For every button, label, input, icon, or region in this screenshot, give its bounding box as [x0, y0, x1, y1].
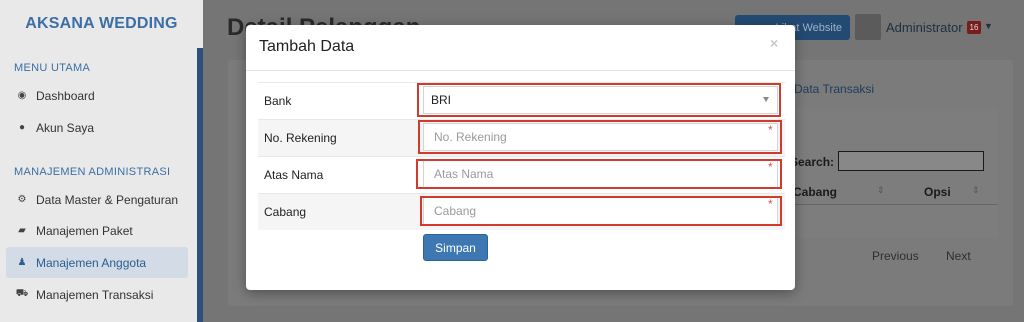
sidebar-item-label: Manajemen Anggota — [36, 255, 147, 270]
sidebar-item-label: Manajemen Transaksi — [36, 287, 154, 302]
highlight-box — [417, 83, 781, 117]
search-label: Search: — [790, 155, 835, 169]
pagination-next[interactable]: Next — [946, 249, 971, 263]
atas-nama-label: Atas Nama — [264, 168, 324, 182]
sidebar-item-label: Manajemen Paket — [36, 223, 133, 238]
column-header-cabang[interactable]: Cabang — [793, 185, 837, 199]
close-icon[interactable]: × — [770, 35, 778, 51]
sidebar-item-label: Akun Saya — [36, 120, 95, 135]
sidebar-item-akun-saya[interactable]: ● Akun Saya — [6, 112, 188, 143]
sort-icon[interactable]: ⇕ — [972, 185, 980, 196]
sidebar-item-manajemen-paket[interactable]: ▰ Manajemen Paket — [6, 215, 188, 246]
notification-badge: 16 — [967, 21, 981, 34]
search-input[interactable] — [838, 151, 984, 171]
rekening-label: No. Rekening — [264, 131, 337, 145]
avatar[interactable] — [855, 14, 881, 40]
bank-label: Bank — [264, 94, 292, 108]
modal-title: Tambah Data — [259, 38, 355, 55]
pagination-previous[interactable]: Previous — [872, 249, 919, 263]
sidebar-item-manajemen-anggota[interactable]: ♟ Manajemen Anggota — [6, 247, 188, 278]
section-header-manajemen-administrasi: MANAJEMEN ADMINISTRASI — [14, 166, 171, 178]
table-divider — [790, 204, 998, 205]
sort-icon[interactable]: ⇕ — [877, 185, 885, 196]
sidebar-item-data-master[interactable]: ⚙ Data Master & Pengaturan — [6, 184, 188, 215]
highlight-box — [416, 159, 782, 189]
brand-logo[interactable]: AKSANA WEDDING — [0, 0, 203, 48]
column-header-opsi[interactable]: Opsi — [924, 185, 951, 199]
chevron-down-icon[interactable]: ▼ — [984, 21, 993, 31]
save-button[interactable]: Simpan — [423, 234, 488, 261]
dashboard-icon: ◉ — [17, 90, 27, 101]
sidebar-item-label: Dashboard — [36, 88, 95, 103]
book-icon: ▰ — [18, 225, 26, 236]
highlight-box — [420, 196, 782, 226]
sidebar-item-label: Data Master & Pengaturan — [36, 192, 179, 207]
sidebar: AKSANA WEDDING MENU UTAMA ◉ Dashboard ● … — [0, 0, 203, 322]
table-panel — [790, 108, 998, 238]
cabang-label: Cabang — [264, 205, 307, 219]
modal-divider — [246, 70, 795, 71]
user-icon: ● — [18, 122, 26, 133]
sidebar-item-manajemen-transaksi[interactable]: ⛟ Manajemen Transaksi — [6, 279, 188, 310]
highlight-box — [418, 120, 782, 154]
users-icon: ♟ — [17, 257, 27, 268]
sidebar-item-dashboard[interactable]: ◉ Dashboard — [6, 80, 188, 111]
cart-icon: ⛟ — [15, 288, 29, 299]
tab-data-transaksi[interactable]: Data Transaksi — [794, 82, 874, 96]
gears-icon: ⚙ — [17, 194, 27, 205]
add-data-modal: Tambah Data × Bank No. Rekening Atas Nam… — [246, 25, 795, 290]
section-header-menu-utama: MENU UTAMA — [14, 62, 91, 74]
user-menu-name[interactable]: Administrator — [886, 20, 963, 35]
